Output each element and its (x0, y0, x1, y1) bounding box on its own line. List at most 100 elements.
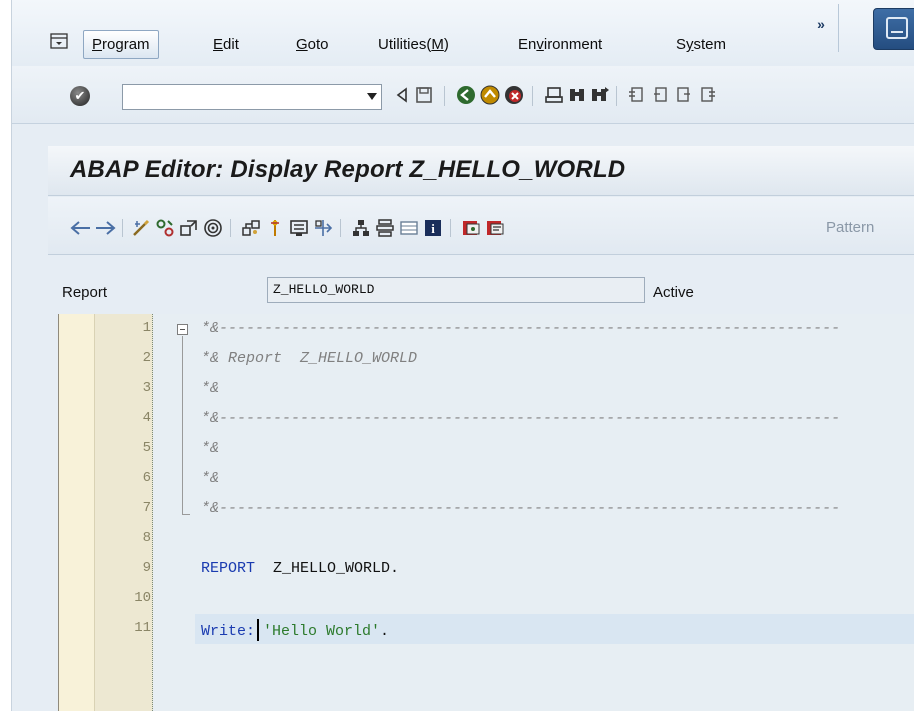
menu-mnemonic: y (686, 36, 694, 53)
code-line[interactable]: 5 *& (59, 434, 914, 464)
keyword: REPORT (201, 560, 256, 577)
stack-icon[interactable] (374, 217, 396, 239)
code-editor[interactable]: 1 *&-------------------------------------… (58, 314, 914, 711)
pretty-printer-icon[interactable] (484, 217, 506, 239)
split-screen-icon[interactable] (398, 217, 420, 239)
menu-label-part: En (518, 36, 537, 53)
cancel-red-icon[interactable] (502, 83, 526, 107)
minimize-window-button[interactable] (873, 8, 914, 50)
menu-item-edit[interactable]: Edit (213, 36, 239, 53)
insert-statement-icon[interactable] (460, 217, 482, 239)
check-syntax-icon[interactable] (154, 217, 176, 239)
back-green-icon[interactable] (454, 83, 478, 107)
breakpoint-icon[interactable] (264, 217, 286, 239)
forward-arrow-icon[interactable] (94, 217, 116, 239)
menu-item-environment[interactable]: Environment (518, 36, 602, 53)
line-number: 2 (142, 350, 151, 366)
program-name: Z_HELLO_WORLD. (255, 560, 400, 577)
menu-mnemonic: G (296, 36, 308, 53)
find-next-icon[interactable] (588, 83, 612, 107)
application-toolbar: i Pattern (48, 197, 914, 255)
print-icon[interactable] (542, 83, 566, 107)
text-cursor (257, 619, 260, 641)
menu-item-goto[interactable]: Goto (296, 36, 329, 53)
toolbar-separator (616, 86, 617, 106)
command-dropdown-icon[interactable] (367, 93, 377, 100)
code-line[interactable]: 11 Write: 'Hello World'. (134, 614, 914, 644)
code-text: *&--------------------------------------… (201, 500, 841, 517)
command-input[interactable] (123, 85, 353, 109)
report-header-row: Report Z_HELLO_WORLD Active (48, 256, 914, 314)
report-status: Active (653, 284, 694, 301)
menu-collapse-icon[interactable] (50, 33, 68, 49)
code-line[interactable]: 3 *& (59, 374, 914, 404)
hierarchy-icon[interactable] (350, 217, 372, 239)
toolbar-separator (444, 86, 445, 106)
back-arrow-icon[interactable] (70, 217, 92, 239)
toolbar-separator (532, 86, 533, 106)
menu-item-system[interactable]: System (676, 36, 726, 53)
report-name-field[interactable]: Z_HELLO_WORLD (267, 277, 645, 303)
last-page-icon[interactable] (696, 83, 720, 107)
exit-yellow-icon[interactable] (478, 83, 502, 107)
keyword: Write: (201, 622, 256, 640)
menu-label-part: S (676, 36, 687, 53)
toolbar-separator (230, 219, 231, 237)
left-frame-edge (0, 0, 12, 711)
line-number: 3 (142, 380, 151, 396)
previous-page-icon[interactable] (648, 83, 672, 107)
line-number: 5 (142, 440, 151, 456)
enter-checkmark-icon[interactable]: ✔ (70, 86, 90, 106)
back-triangle-icon[interactable] (390, 83, 414, 107)
info-icon[interactable]: i (422, 217, 444, 239)
line-number: 11 (134, 620, 151, 636)
command-field[interactable] (122, 84, 382, 110)
code-text: Write: 'Hello World'. (201, 619, 389, 642)
find-icon[interactable] (565, 83, 589, 107)
code-text: *& (201, 440, 220, 457)
menubar-divider (838, 4, 839, 52)
object-list-icon[interactable] (288, 217, 310, 239)
code-line[interactable]: 7 *&-------------------------------------… (59, 494, 914, 524)
code-text: *& (201, 380, 220, 397)
activate-icon[interactable] (178, 217, 200, 239)
test-execute-icon[interactable] (202, 217, 224, 239)
standard-toolbar: ✔ (12, 66, 914, 124)
menu-item-program[interactable]: Program (83, 30, 159, 59)
code-line[interactable]: 2 *& Report Z_HELLO_WORLD (59, 344, 914, 374)
where-used-icon[interactable] (240, 217, 262, 239)
title-bar: ABAP Editor: Display Report Z_HELLO_WORL… (48, 146, 914, 196)
code-line[interactable]: 1 *&-------------------------------------… (59, 314, 914, 344)
code-line[interactable]: 8 (59, 524, 914, 554)
line-number: 1 (142, 320, 151, 336)
menu-label-part: Utilities( (378, 36, 432, 53)
toolbar-separator (450, 219, 451, 237)
code-text: *& Report Z_HELLO_WORLD (201, 350, 418, 367)
menu-mnemonic: E (213, 36, 224, 53)
menu-label-part: stem (693, 36, 727, 53)
more-menu-button[interactable]: » (807, 14, 835, 42)
code-line[interactable]: 10 (59, 584, 914, 614)
pattern-button[interactable]: Pattern (826, 219, 874, 236)
page-title: ABAP Editor: Display Report Z_HELLO_WORL… (70, 156, 626, 183)
menu-bar: Program Edit Goto Utilities(M) Environment Sy… (12, 0, 914, 66)
code-line[interactable]: 6 *& (59, 464, 914, 494)
save-icon[interactable] (412, 83, 436, 107)
display-change-icon[interactable] (130, 217, 152, 239)
menu-mnemonic: P (92, 36, 103, 53)
code-line[interactable]: 9 REPORT Z_HELLO_WORLD. (59, 554, 914, 584)
line-number: 6 (142, 470, 151, 486)
code-text: *& (201, 470, 220, 487)
toolbar-separator (122, 219, 123, 237)
line-number: 7 (142, 500, 151, 516)
code-text: *&--------------------------------------… (201, 410, 841, 427)
code-line[interactable]: 4 *&-------------------------------------… (59, 404, 914, 434)
code-text: REPORT Z_HELLO_WORLD. (201, 560, 399, 577)
string-literal: 'Hello World' (263, 622, 381, 640)
first-page-icon[interactable] (624, 83, 648, 107)
next-page-icon[interactable] (672, 83, 696, 107)
menu-item-utilitiesm[interactable]: Utilities(M) (378, 36, 449, 53)
code-text: *&--------------------------------------… (201, 320, 841, 337)
navigation-window-icon[interactable] (312, 217, 334, 239)
minimize-icon (886, 17, 908, 39)
